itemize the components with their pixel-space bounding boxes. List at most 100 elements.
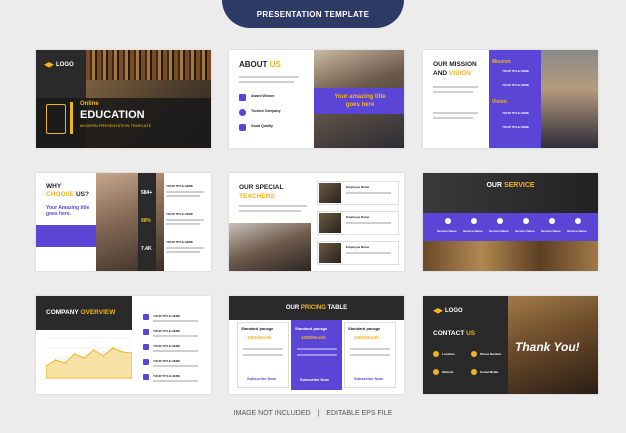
- pricing-line-2: [243, 354, 283, 356]
- logo-icon: [44, 62, 54, 68]
- price-3: 100$/Month: [354, 335, 379, 340]
- overview-line-2: [153, 335, 198, 337]
- teachers-line-2: [239, 210, 301, 212]
- slide-about[interactable]: Your amazing title goes here ABOUT US Aw…: [229, 50, 404, 148]
- vision-item-2: YOUR TITLE HERE: [502, 125, 530, 129]
- teacher-name-3: Employee Name: [346, 245, 370, 249]
- service-bg: [423, 173, 598, 213]
- teacher-line-3: [346, 252, 391, 254]
- contact-title-a: CONTACT: [433, 330, 465, 337]
- pricing-title-b: PRICING: [300, 305, 326, 311]
- contact-logo: LOGO: [445, 308, 463, 314]
- overview-line-5: [153, 380, 198, 382]
- purple-band: [36, 225, 96, 247]
- service-band: [423, 213, 598, 241]
- vision-label: Vision: [492, 99, 507, 105]
- choose-title-b: CHOOSE: [46, 191, 75, 198]
- contact-title: CONTACT US: [433, 330, 475, 337]
- pricing-title-a: OUR: [285, 305, 300, 311]
- overview-item-3: YOUR TITLE HERE: [153, 344, 181, 348]
- choose-tagline: Your Amazing title goes here.: [46, 205, 91, 217]
- teacher-line-2: [346, 222, 391, 224]
- service-name-6: Service Name: [567, 229, 587, 233]
- choose-line-6: [166, 251, 200, 253]
- choose-item-3: YOUR TITLE HERE: [166, 240, 194, 244]
- bookshelf-decor: [86, 50, 211, 80]
- overview-item-1: YOUR TITLE HERE: [153, 314, 181, 318]
- pricing-line-5: [350, 348, 390, 350]
- overview-icon-1: [143, 314, 149, 320]
- slide-mission[interactable]: OUR MISSION AND VISION Mission YOUR TITLE…: [423, 50, 598, 148]
- mission-item-2: YOUR TITLE HERE: [502, 83, 530, 87]
- overview-chart: [46, 337, 132, 379]
- teacher-photo-3: [319, 243, 341, 263]
- overview-line-1: [153, 320, 198, 322]
- overview-item-4: YOUR TITLE HERE: [153, 359, 181, 363]
- overview-line-3: [153, 350, 198, 352]
- phone-icon: [471, 351, 477, 357]
- about-tagline-text: Your amazing title goes here: [334, 94, 386, 108]
- location-icon: [433, 351, 439, 357]
- overview-icon-5: [143, 374, 149, 380]
- about-line-2: [239, 81, 294, 83]
- slide-choose[interactable]: WHY CHOOSE US? Your Amazing title goes he…: [36, 173, 211, 271]
- slide-overview[interactable]: COMPANY OVERVIEW YOUR TITLE HERE YOUR TI…: [36, 296, 211, 394]
- overview-title-b: OVERVIEW: [80, 309, 116, 316]
- service-icon-6: [575, 218, 581, 224]
- overview-title-a: COMPANY: [46, 309, 79, 316]
- contact-title-b: US: [466, 330, 476, 337]
- mission-line-1: [433, 86, 478, 88]
- contact-item-4: Social Media: [480, 370, 499, 374]
- price-1: 100$/Month: [247, 335, 272, 340]
- stat-3: 7.4K: [141, 246, 152, 252]
- about-item-3: Good Quality: [251, 124, 273, 128]
- choose-line-5: [166, 247, 204, 249]
- slide-teachers[interactable]: OUR SPECIAL TEACHERS Employee Name Employ…: [229, 173, 404, 271]
- stat-2: 98%: [141, 218, 152, 224]
- pricing-line-1: [243, 348, 283, 350]
- teacher-photo-2: [319, 213, 341, 233]
- mission-label: Mission: [492, 59, 511, 65]
- about-title-b: US: [269, 60, 281, 69]
- graduate-photo: [541, 50, 598, 148]
- footer-right: EDITABLE EPS FILE: [326, 410, 393, 417]
- footer: IMAGE NOT INCLUDED | EDITABLE EPS FILE: [0, 410, 626, 417]
- mission-line-3: [433, 112, 478, 114]
- slide-contact[interactable]: LOGO CONTACT US Location Phone Number We…: [423, 296, 598, 394]
- service-icon-3: [497, 218, 503, 224]
- service-icon-2: [471, 218, 477, 224]
- education-subtitle: MODERN PRESENTATION TEMPLATE: [80, 123, 152, 128]
- footer-left: IMAGE NOT INCLUDED: [233, 410, 311, 417]
- footer-sep: |: [317, 410, 320, 417]
- cta-2[interactable]: Subscribe Now: [300, 377, 329, 382]
- overview-line-4: [153, 365, 198, 367]
- teacher-photo-1: [319, 183, 341, 203]
- service-photo: [423, 241, 598, 271]
- slide-education[interactable]: LOGO Online EDUCATION MODERN PRESENTATIO…: [36, 50, 211, 148]
- cta-3[interactable]: Subscribe Now: [354, 376, 383, 381]
- service-name-2: Service Name: [463, 229, 483, 233]
- teacher-name-1: Employee Name: [346, 185, 370, 189]
- service-title-a: OUR: [486, 182, 502, 189]
- choose-line-2: [166, 195, 200, 197]
- mission-line-4: [433, 117, 473, 119]
- chart-area: [46, 347, 132, 379]
- thank-you: Thank You!: [515, 340, 580, 354]
- contact-item-1: Location: [442, 352, 455, 356]
- slide-pricing[interactable]: OUR PRICING TABLE Standard pacage 100$/M…: [229, 296, 404, 394]
- cta-1[interactable]: Subscribe Now: [247, 376, 276, 381]
- pencil-icon: [70, 102, 73, 134]
- overview-item-2: YOUR TITLE HERE: [153, 329, 181, 333]
- book-icon: [46, 104, 66, 134]
- teacher-name-2: Employee Name: [346, 215, 370, 219]
- trophy-icon: [239, 94, 246, 101]
- logo-text: LOGO: [56, 62, 74, 68]
- service-icon-5: [549, 218, 555, 224]
- choose-tagline-text: Your Amazing title goes here.: [46, 205, 90, 217]
- mission-line-2: [433, 91, 473, 93]
- price-2: 100$/Month: [301, 335, 326, 340]
- service-title: OUR SERVICE: [423, 182, 598, 189]
- slide-service[interactable]: OUR SERVICE Service Name Service Name Se…: [423, 173, 598, 271]
- choose-item-1: YOUR TITLE HERE: [166, 184, 194, 188]
- service-name-4: Service Name: [515, 229, 535, 233]
